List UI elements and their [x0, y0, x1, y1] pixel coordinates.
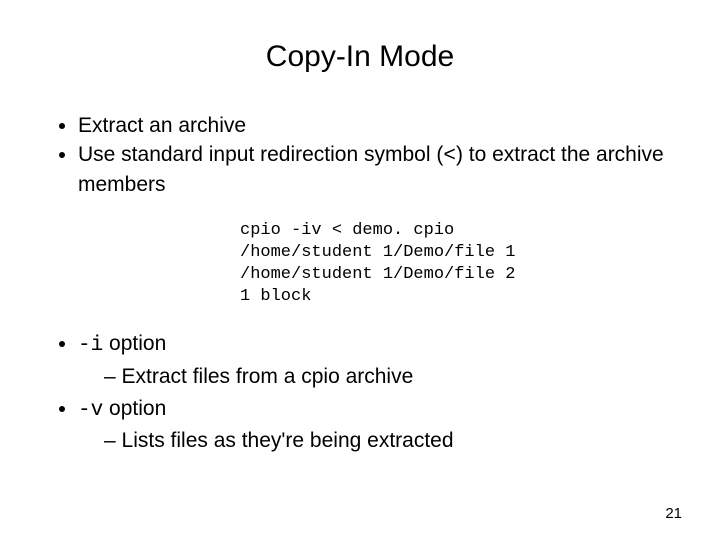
bullet-extract: Extract an archive [78, 112, 670, 139]
option-v-desc: Lists files as they're being extracted [104, 427, 670, 455]
option-i-flag: -i [78, 334, 103, 357]
page-number: 21 [665, 505, 682, 522]
option-v: -v option Lists files as they're being e… [78, 395, 670, 456]
code-line-2: /home/student 1/Demo/file 1 [240, 243, 515, 262]
code-line-1: cpio -iv < demo. cpio [240, 221, 454, 240]
bullet-redirect-pre: Use standard input redirection symbol ( [78, 143, 443, 166]
option-v-sub: Lists files as they're being extracted [78, 427, 670, 455]
option-bullets: -i option Extract files from a cpio arch… [50, 330, 670, 455]
option-i-sub: Extract files from a cpio archive [78, 363, 670, 391]
option-i: -i option Extract files from a cpio arch… [78, 330, 670, 391]
code-line-4: 1 block [240, 287, 311, 306]
option-i-word: option [103, 332, 166, 355]
slide-title: Copy-In Mode [50, 40, 670, 74]
code-line-3: /home/student 1/Demo/file 2 [240, 265, 515, 284]
bullet-redirect: Use standard input redirection symbol (<… [78, 141, 670, 198]
option-v-flag: -v [78, 399, 103, 422]
intro-bullets: Extract an archive Use standard input re… [50, 112, 670, 198]
lt-symbol: < [443, 145, 456, 168]
option-i-desc: Extract files from a cpio archive [104, 363, 670, 391]
option-v-word: option [103, 397, 166, 420]
code-example: cpio -iv < demo. cpio /home/student 1/De… [240, 220, 670, 308]
